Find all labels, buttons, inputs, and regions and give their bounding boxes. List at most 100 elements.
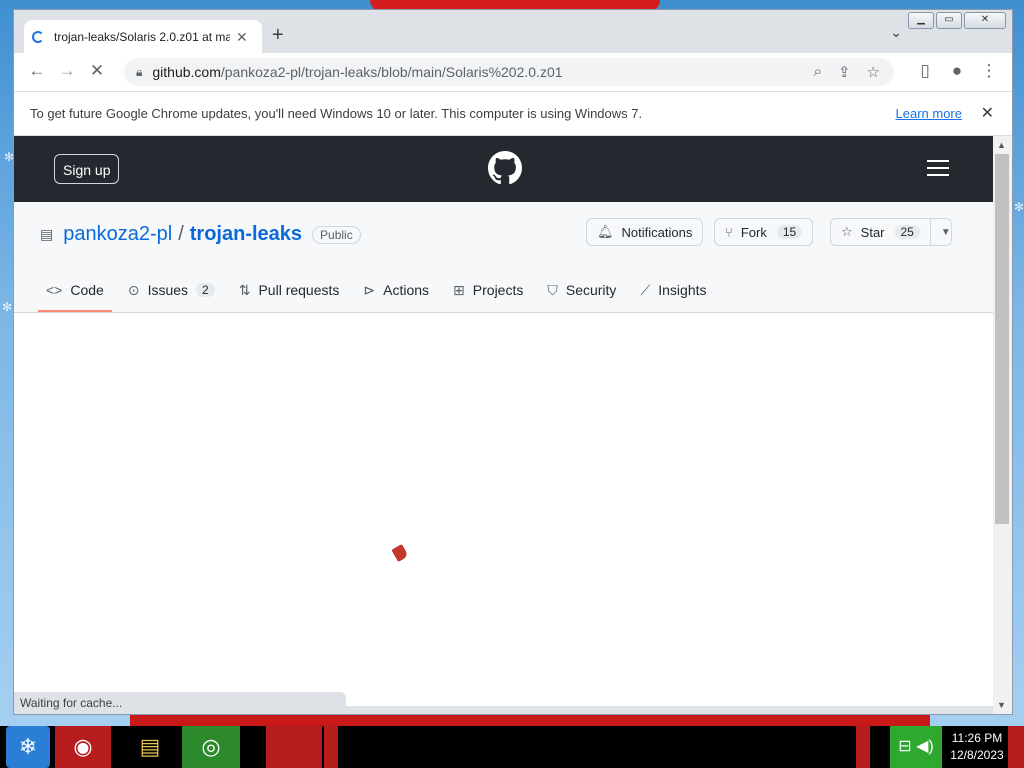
notifications-button[interactable]: 🔔︎ Notifications [586, 218, 704, 246]
tab-actions[interactable]: ⊳ Actions [355, 268, 437, 312]
path-separator: / [178, 223, 184, 245]
mouse-cursor-icon [391, 543, 409, 563]
issue-icon: ⊙ [127, 281, 140, 298]
scroll-down-icon[interactable]: ▼ [997, 700, 1006, 710]
menu-kebab-icon[interactable]: ⋮ [978, 61, 1000, 81]
hamburger-menu-icon[interactable] [927, 160, 949, 181]
taskbar-app[interactable] [266, 726, 322, 768]
browser-toolbar: ← → ✕ 🔒︎ github.com/pankoza2-pl/trojan-l… [14, 53, 1012, 92]
browser-tab[interactable]: trojan-leaks/Solaris 2.0.z01 at main ✕ [24, 20, 262, 54]
taskbar-tray-item[interactable] [856, 726, 870, 768]
tab-label: Insights [658, 282, 707, 298]
clock-time: 11:26 PM [951, 731, 1003, 745]
sign-up-button[interactable]: Sign up [54, 154, 120, 184]
firefox-icon: ◉ [73, 734, 93, 759]
share-icon[interactable]: ⇪ [838, 63, 851, 81]
tab-insights[interactable]: ⟋ Insights [632, 268, 714, 312]
bell-icon: 🔔︎ [597, 224, 614, 239]
side-panel-icon[interactable]: ▯ [914, 61, 936, 81]
table-icon: ⊞ [453, 281, 465, 298]
tab-security[interactable]: ⛉ Security [539, 268, 624, 312]
code-icon: <> [46, 282, 63, 298]
shield-icon: ⛉ [547, 281, 558, 298]
new-tab-icon[interactable]: + [272, 24, 284, 47]
github-logo-icon[interactable] [488, 151, 522, 185]
taskbar-chrome[interactable]: ◎ [182, 726, 240, 768]
tab-code[interactable]: <> Code [38, 268, 112, 312]
tab-title: trojan-leaks/Solaris 2.0.z01 at main [54, 30, 230, 44]
windows-taskbar: ❄ ◉ ▤ ◎ ⊟ ◀) 11:26 PM 12/8/2023 [0, 726, 1024, 768]
star-button[interactable]: ☆ Star 25 ▼ [830, 218, 952, 246]
network-volume-icon: ⊟ ◀) [898, 738, 934, 755]
status-bubble: Waiting for cache... [14, 692, 346, 714]
clock-date: 12/8/2023 [950, 748, 1004, 762]
chrome-window: ▁ ▭ ✕ trojan-leaks/Solaris 2.0.z01 at ma… [13, 9, 1013, 715]
address-bar[interactable]: 🔒︎ github.com/pankoza2-pl/trojan-leaks/b… [124, 58, 894, 86]
bookmark-star-icon[interactable]: ☆ [867, 63, 880, 81]
repo-nav-tabs: <> Code ⊙ Issues 2 ⇅ Pull requests ⊳ Act… [38, 268, 723, 312]
caret-down-icon[interactable]: ▼ [929, 219, 951, 245]
tab-label: Actions [383, 282, 430, 298]
repo-name-link[interactable]: trojan-leaks [190, 223, 302, 246]
taskbar-app[interactable] [324, 726, 338, 768]
taskbar-clock[interactable]: 11:26 PM 12/8/2023 [944, 730, 1010, 764]
update-infobar: To get future Google Chrome updates, you… [14, 92, 1012, 136]
url-path: /pankoza2-pl/trojan-leaks/blob/main/Sola… [220, 64, 563, 80]
show-desktop-button[interactable] [1008, 726, 1024, 768]
tab-issues[interactable]: ⊙ Issues 2 [120, 268, 223, 312]
repo-icon: ▤ [40, 226, 54, 242]
fork-icon: ⑂ [725, 224, 733, 240]
scroll-thumb[interactable] [995, 154, 1009, 524]
omnibox-actions: ⌕ ⇪ ☆ [814, 63, 880, 81]
close-icon[interactable]: ✕ [236, 29, 248, 46]
snowflake-icon: ✻ [1014, 200, 1024, 214]
notifications-label: Notifications [621, 224, 693, 240]
close-window-button[interactable]: ✕ [964, 12, 1006, 29]
play-icon: ⊳ [363, 281, 376, 298]
chevron-down-icon[interactable]: ⌄ [890, 24, 902, 41]
url-host: github.com [152, 64, 221, 80]
fork-count: 15 [776, 225, 803, 239]
lock-icon[interactable]: 🔒︎ [136, 65, 142, 80]
taskbar-firefox[interactable]: ◉ [55, 726, 111, 768]
chrome-icon: ◎ [201, 734, 221, 759]
forward-icon[interactable]: → [56, 61, 78, 81]
tab-pull-requests[interactable]: ⇅ Pull requests [231, 268, 348, 312]
stop-icon[interactable]: ✕ [86, 61, 108, 81]
fork-button[interactable]: ⑂ Fork 15 [714, 218, 814, 246]
visibility-badge: Public [312, 225, 361, 244]
tab-label: Code [70, 282, 104, 298]
repo-title: ▤ pankoza2-pl / trojan-leaks Public [40, 223, 361, 246]
infobar-message: To get future Google Chrome updates, you… [30, 106, 643, 121]
url-text[interactable]: github.com/pankoza2-pl/trojan-leaks/blob… [152, 64, 562, 80]
close-icon[interactable]: ✕ [981, 103, 994, 123]
maximize-button[interactable]: ▭ [936, 12, 962, 29]
scroll-up-icon[interactable]: ▲ [997, 140, 1006, 150]
tab-label: Projects [472, 282, 524, 298]
zoom-icon[interactable]: ⌕ [814, 63, 822, 81]
window-controls: ▁ ▭ ✕ [908, 12, 1006, 29]
tab-label: Issues [147, 282, 189, 298]
learn-more-link[interactable]: Learn more [896, 106, 962, 121]
issues-count: 2 [196, 283, 215, 297]
start-button[interactable]: ❄ [6, 726, 50, 768]
repository-header: ▤ pankoza2-pl / trojan-leaks Public 🔔︎ N… [14, 202, 994, 313]
tab-label: Security [565, 282, 617, 298]
github-header: Sign up [14, 136, 994, 202]
star-icon: ☆ [841, 224, 853, 239]
start-orb-icon: ❄ [18, 734, 38, 759]
repo-owner-link[interactable]: pankoza2-pl [63, 223, 172, 246]
minimize-button[interactable]: ▁ [908, 12, 934, 29]
web-page: Sign up ▤ pankoza2-pl / trojan-leaks Pub… [14, 136, 994, 706]
fork-label: Fork [740, 224, 767, 240]
page-scrollbar[interactable]: ▲ ▼ [993, 136, 1012, 714]
tab-label: Pull requests [258, 282, 340, 298]
system-tray[interactable]: ⊟ ◀) [890, 726, 942, 768]
star-label: Star [860, 224, 885, 240]
pull-request-icon: ⇅ [238, 281, 251, 298]
tab-projects[interactable]: ⊞ Projects [445, 268, 531, 312]
back-icon[interactable]: ← [26, 61, 48, 81]
graph-icon: ⟋ [640, 281, 651, 298]
taskbar-explorer[interactable]: ▤ [130, 726, 170, 768]
profile-avatar-icon[interactable]: ● [946, 61, 968, 81]
